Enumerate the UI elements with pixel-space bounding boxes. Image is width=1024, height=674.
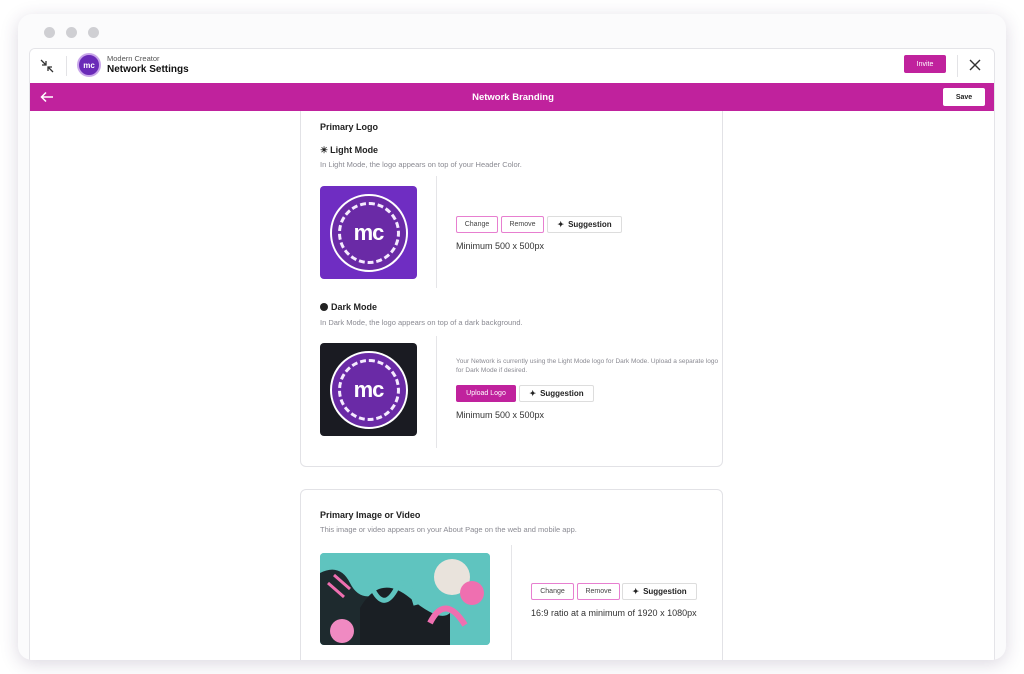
window-dot-close[interactable] [44,27,55,38]
page-title: Network Settings [107,64,189,75]
divider [66,56,67,76]
dark-mode-description: In Dark Mode, the logo appears on top of… [320,318,523,327]
dark-mode-note: Your Network is currently using the Ligh… [456,358,719,374]
light-mode-description: In Light Mode, the logo appears on top o… [320,160,522,169]
org-name: Modern Creator [107,54,160,63]
settings-window: mc Modern Creator Network Settings Invit… [29,48,995,660]
collapse-icon[interactable] [38,57,56,75]
primary-logo-card: Primary Logo ☀ Light Mode In Light Mode, … [300,111,723,467]
logo-ring: mc [329,350,408,429]
primary-media-card: Primary Image or Video This image or vid… [300,489,723,660]
remove-light-logo-button[interactable]: Remove [501,216,544,233]
dark-mode-title: Dark Mode [320,302,377,312]
content-scroll-area[interactable]: Primary Logo ☀ Light Mode In Light Mode, … [30,111,994,660]
section-title: Network Branding [472,92,554,103]
logo-text: mc [337,201,400,264]
sparkle-icon: ✦ [557,220,565,229]
light-mode-logo-preview: mc [320,186,417,279]
top-bar: mc Modern Creator Network Settings Invit… [30,49,994,83]
invite-button[interactable]: Invite [904,55,946,73]
save-button[interactable]: Save [943,88,985,106]
section-header-bar: Network Branding Save [30,83,994,111]
sparkle-icon: ✦ [529,389,537,398]
upload-dark-logo-button[interactable]: Upload Logo [456,385,516,402]
primary-media-description: This image or video appears on your Abou… [320,525,577,534]
change-light-logo-button[interactable]: Change [456,216,498,233]
moon-icon [320,303,328,311]
sparkle-icon: ✦ [632,587,640,596]
dark-logo-suggestion-button[interactable]: ✦ Suggestion [519,385,594,402]
network-avatar: mc [77,53,101,77]
media-requirement: 16:9 ratio at a minimum of 1920 x 1080px [531,608,697,618]
divider [436,336,437,448]
light-mode-title: ☀ Light Mode [320,145,379,155]
app-frame: mc Modern Creator Network Settings Invit… [18,14,1006,660]
divider [436,176,437,288]
sun-icon: ☀ [320,145,329,155]
primary-media-heading: Primary Image or Video [320,510,421,520]
remove-media-button[interactable]: Remove [577,583,620,600]
window-controls [44,27,99,38]
logo-text: mc [337,358,400,421]
light-logo-requirement: Minimum 500 x 500px [456,241,545,251]
light-logo-suggestion-button[interactable]: ✦ Suggestion [547,216,622,233]
window-dot-minimize[interactable] [66,27,77,38]
divider [511,545,512,660]
media-suggestion-button[interactable]: ✦ Suggestion [622,583,697,600]
primary-media-preview [320,553,490,645]
close-icon[interactable] [968,58,982,72]
primary-logo-heading: Primary Logo [320,122,379,132]
dark-mode-logo-preview: mc [320,343,417,436]
window-dot-maximize[interactable] [88,27,99,38]
dark-logo-requirement: Minimum 500 x 500px [456,410,545,420]
divider [957,55,958,77]
logo-ring: mc [329,193,408,272]
change-media-button[interactable]: Change [531,583,574,600]
